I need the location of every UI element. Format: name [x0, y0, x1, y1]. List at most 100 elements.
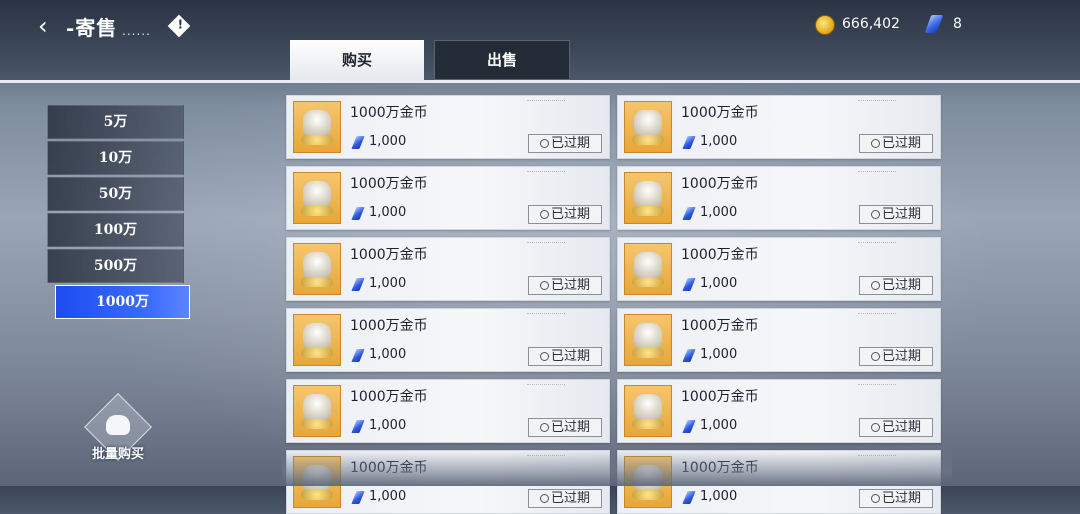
expired-badge: 已过期: [859, 347, 933, 366]
coin-pile-icon: [301, 206, 333, 216]
coin-pile-icon: [301, 135, 333, 145]
expired-badge: 已过期: [528, 418, 602, 437]
item-price: 1,000: [700, 205, 738, 220]
clock-icon: [870, 281, 880, 290]
card-decoration: [527, 242, 565, 245]
blue-gem-icon: [351, 207, 365, 220]
coin-pile-icon: [301, 419, 333, 429]
clock-icon: [870, 494, 880, 503]
clock-icon: [539, 352, 549, 361]
status-label: 已过期: [550, 136, 590, 151]
status-label: 已过期: [881, 278, 921, 293]
item-thumbnail: [293, 385, 341, 437]
item-name: 1000万金币: [350, 318, 428, 334]
listing-card[interactable]: 1000万金币 1,000 已过期: [617, 95, 941, 159]
coin-pile-icon: [301, 277, 333, 287]
blue-gem-icon: [682, 420, 696, 433]
card-decoration: [527, 171, 565, 174]
item-thumbnail: [293, 314, 341, 366]
listing-card[interactable]: 1000万金币 1,000 已过期: [286, 95, 610, 159]
card-decoration: [858, 313, 896, 316]
item-thumbnail: [293, 172, 341, 224]
card-decoration: [858, 171, 896, 174]
item-name: 1000万金币: [681, 389, 759, 405]
listing-card[interactable]: 1000万金币 1,000 已过期: [617, 308, 941, 372]
item-price: 1,000: [700, 276, 738, 291]
blue-gem-icon: [682, 207, 696, 220]
card-decoration: [858, 384, 896, 387]
listing-card[interactable]: 1000万金币 1,000 已过期: [617, 166, 941, 230]
item-thumbnail: [624, 101, 672, 153]
clock-icon: [539, 494, 549, 503]
blue-gem-icon: [682, 491, 696, 504]
status-label: 已过期: [881, 207, 921, 222]
item-thumbnail: [624, 314, 672, 366]
blue-gem-icon: [351, 278, 365, 291]
listing-card[interactable]: 1000万金币 1,000 已过期: [286, 166, 610, 230]
item-thumbnail: [293, 243, 341, 295]
card-decoration: [527, 384, 565, 387]
coin-pile-icon: [632, 490, 664, 500]
listing-grid: 1000万金币 1,000 已过期 1000万金币 1,000 已过期 1000万金币 1,0…: [0, 0, 1080, 514]
item-thumbnail: [624, 172, 672, 224]
item-name: 1000万金币: [350, 105, 428, 121]
listing-card[interactable]: 1000万金币 1,000 已过期: [617, 237, 941, 301]
item-price: 1,000: [369, 418, 407, 433]
item-name: 1000万金币: [681, 247, 759, 263]
expired-badge: 已过期: [528, 205, 602, 224]
clock-icon: [870, 352, 880, 361]
item-name: 1000万金币: [350, 389, 428, 405]
coin-pile-icon: [632, 419, 664, 429]
item-price: 1,000: [700, 134, 738, 149]
clock-icon: [539, 210, 549, 219]
item-name: 1000万金币: [681, 105, 759, 121]
listing-card[interactable]: 1000万金币 1,000 已过期: [286, 308, 610, 372]
clock-icon: [870, 210, 880, 219]
item-price: 1,000: [369, 276, 407, 291]
coin-pile-icon: [632, 348, 664, 358]
item-price: 1,000: [369, 205, 407, 220]
blue-gem-icon: [351, 491, 365, 504]
list-fade: [282, 450, 952, 486]
item-name: 1000万金币: [681, 318, 759, 334]
coin-pile-icon: [632, 277, 664, 287]
card-decoration: [527, 100, 565, 103]
item-name: 1000万金币: [681, 176, 759, 192]
expired-badge: 已过期: [859, 205, 933, 224]
blue-gem-icon: [682, 349, 696, 362]
status-label: 已过期: [881, 420, 921, 435]
status-label: 已过期: [550, 491, 590, 506]
listing-card[interactable]: 1000万金币 1,000 已过期: [286, 237, 610, 301]
expired-badge: 已过期: [528, 276, 602, 295]
status-label: 已过期: [550, 207, 590, 222]
item-price: 1,000: [700, 489, 738, 504]
item-price: 1,000: [700, 418, 738, 433]
coin-pile-icon: [632, 206, 664, 216]
status-label: 已过期: [550, 420, 590, 435]
expired-badge: 已过期: [859, 418, 933, 437]
item-name: 1000万金币: [350, 247, 428, 263]
expired-badge: 已过期: [528, 489, 602, 508]
item-thumbnail: [293, 101, 341, 153]
card-decoration: [858, 242, 896, 245]
listing-card[interactable]: 1000万金币 1,000 已过期: [617, 379, 941, 443]
blue-gem-icon: [682, 136, 696, 149]
clock-icon: [870, 139, 880, 148]
blue-gem-icon: [351, 420, 365, 433]
expired-badge: 已过期: [528, 134, 602, 153]
status-label: 已过期: [550, 349, 590, 364]
expired-badge: 已过期: [859, 489, 933, 508]
clock-icon: [539, 139, 549, 148]
status-label: 已过期: [881, 136, 921, 151]
status-label: 已过期: [550, 278, 590, 293]
listing-card[interactable]: 1000万金币 1,000 已过期: [286, 379, 610, 443]
clock-icon: [539, 423, 549, 432]
coin-pile-icon: [301, 348, 333, 358]
card-decoration: [858, 100, 896, 103]
item-thumbnail: [624, 243, 672, 295]
item-thumbnail: [624, 385, 672, 437]
item-price: 1,000: [369, 489, 407, 504]
expired-badge: 已过期: [859, 276, 933, 295]
status-label: 已过期: [881, 349, 921, 364]
expired-badge: 已过期: [859, 134, 933, 153]
